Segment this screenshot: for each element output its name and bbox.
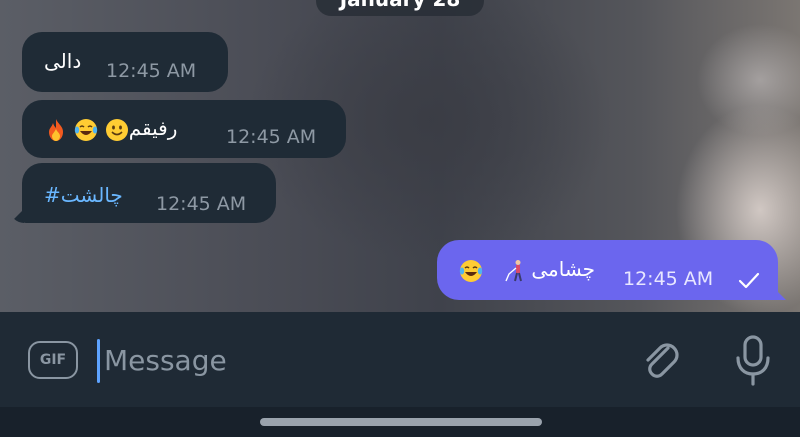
- date-header: January 28: [316, 0, 484, 16]
- incoming-message[interactable]: #چالشت 12:45 AM: [22, 163, 276, 223]
- message-input[interactable]: [104, 340, 524, 380]
- message-text: رفیقم: [44, 116, 177, 142]
- microphone-icon[interactable]: [732, 334, 774, 388]
- attach-paperclip-icon[interactable]: [638, 338, 682, 384]
- text-cursor: [97, 339, 100, 383]
- message-text: دالی: [44, 49, 82, 73]
- message-time: 12:45 AM: [226, 126, 317, 148]
- incoming-message[interactable]: رفیقم 12:45 AM: [22, 100, 346, 158]
- tears-of-joy-emoji-icon: [459, 259, 483, 282]
- message-time: 12:45 AM: [106, 60, 197, 82]
- hashtag-link[interactable]: #چالشت: [44, 183, 123, 207]
- person-with-cane-emoji-icon: [505, 259, 523, 281]
- sent-check-icon: [738, 272, 760, 289]
- smiling-face-emoji-icon: [105, 118, 128, 141]
- message-time: 12:45 AM: [623, 268, 714, 290]
- message-time: 12:45 AM: [156, 193, 247, 215]
- outgoing-message[interactable]: چشامی 12:45 AM: [437, 240, 778, 300]
- message-text-label: چشامی: [531, 257, 596, 281]
- tears-of-joy-emoji-icon: [75, 118, 98, 141]
- home-indicator[interactable]: [260, 418, 542, 426]
- message-text: چشامی: [459, 257, 595, 283]
- gif-button[interactable]: GIF: [28, 341, 78, 379]
- fire-emoji-icon: [49, 118, 63, 141]
- message-text-label: رفیقم: [128, 116, 178, 140]
- incoming-message[interactable]: دالی 12:45 AM: [22, 32, 228, 92]
